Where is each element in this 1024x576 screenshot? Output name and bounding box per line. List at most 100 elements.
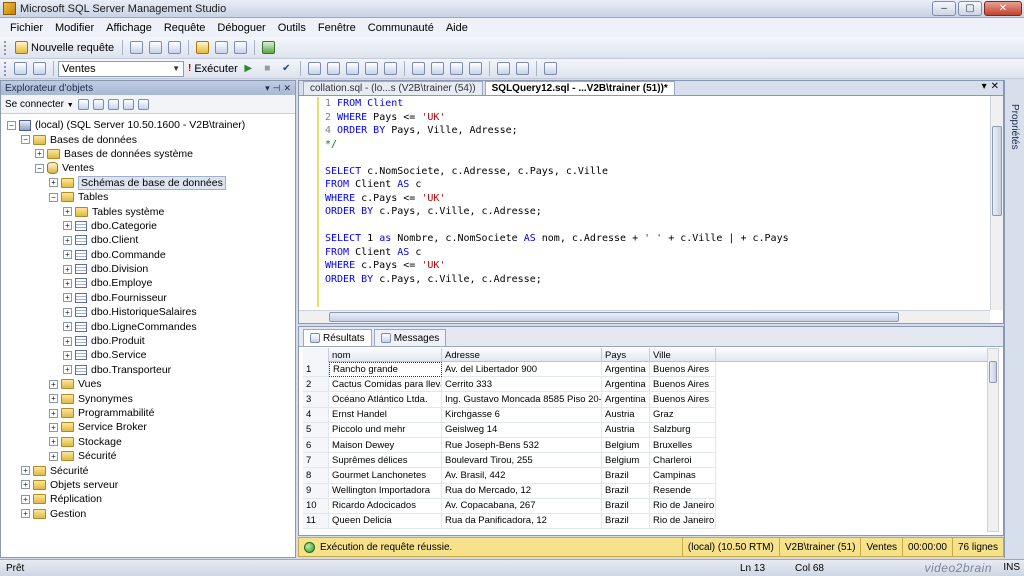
row-number[interactable]: 5 [303,422,329,438]
cell-nom[interactable]: Cactus Comidas para llevar [329,377,442,393]
tree-node[interactable]: + dbo.LigneCommandes [1,319,295,333]
cell-pays[interactable]: Belgium [602,437,650,454]
cell-ville[interactable]: Bruxelles [650,437,716,454]
cell-nom[interactable]: Gourmet Lanchonetes [329,468,442,484]
save-button[interactable] [213,39,230,56]
menu-fenetre[interactable]: Fenêtre [312,22,362,34]
tree-node[interactable]: + Réplication [1,492,295,506]
cell-ville[interactable]: Campinas [650,468,716,484]
cell-pays[interactable]: Brazil [602,483,650,499]
new-file-button[interactable] [128,39,145,56]
expand-icon[interactable]: + [49,379,58,389]
scroll-thumb[interactable] [329,312,899,322]
client-stats-button[interactable] [429,60,446,77]
minimize-button[interactable]: – [932,1,956,16]
cell-ville[interactable]: Rio de Janeiro [650,513,716,530]
cell-adresse[interactable]: Ing. Gustavo Moncada 8585 Piso 20-A [442,392,602,408]
menu-deboguer[interactable]: Déboguer [211,22,271,34]
cell-pays[interactable]: Austria [602,407,650,423]
connect-dropdown[interactable]: Se connecter ▼ [5,99,74,110]
cell-adresse[interactable]: Geislweg 14 [442,422,602,438]
cell-pays[interactable]: Argentina [602,362,650,378]
query-designer-button[interactable] [325,60,342,77]
tree-node[interactable]: + dbo.Transporteur [1,363,295,377]
open-file-button[interactable] [194,39,211,56]
disconnect-button[interactable] [31,60,48,77]
stop-explorer-icon[interactable] [107,98,119,110]
expand-icon[interactable]: + [63,350,72,360]
new-query-button[interactable]: Nouvelle requête [12,39,117,56]
tab-collation-sql[interactable]: collation.sql - (lo...s (V2B\trainer (54… [303,81,483,95]
expand-icon[interactable]: + [21,466,30,476]
results-to-file-button[interactable] [382,60,399,77]
row-number[interactable]: 8 [303,468,329,484]
column-header-ville[interactable]: Ville [650,348,716,362]
close-tab-icon[interactable]: ✕ [991,81,999,92]
expand-icon[interactable]: + [49,178,58,188]
row-number[interactable]: 2 [303,377,329,393]
row-number[interactable]: 9 [303,483,329,499]
tree-node[interactable]: + dbo.Division [1,262,295,276]
tree-node[interactable]: + Sécurité [1,449,295,463]
column-header-pays[interactable]: Pays [602,348,650,362]
table-row[interactable]: 3 Océano Atlántico Ltda. Ing. Gustavo Monc… [303,392,993,408]
table-row[interactable]: 7 Suprêmes délices Boulevard Tirou, 255 Bel… [303,453,993,469]
cancel-query-button[interactable]: ■ [259,60,276,77]
tree-node[interactable]: + Objets serveur [1,478,295,492]
cell-adresse[interactable]: Av. Brasil, 442 [442,468,602,484]
expand-icon[interactable]: + [49,437,58,447]
tab-sqlquery12[interactable]: SQLQuery12.sql - ...V2B\trainer (51))* [484,81,675,95]
cell-nom[interactable]: Ernst Handel [329,407,442,423]
expand-icon[interactable]: + [63,278,72,288]
expand-icon[interactable]: + [49,394,58,404]
tab-list-icon[interactable]: ▾ [982,81,987,92]
save-all-button[interactable] [232,39,249,56]
table-row[interactable]: 4 Ernst Handel Kirchgasse 6 Austria Graz [303,407,993,423]
pin-icon[interactable]: ▾ [265,83,270,94]
cell-adresse[interactable]: Cerrito 333 [442,377,602,393]
expand-icon[interactable]: + [21,480,30,490]
parse-button[interactable]: ✔ [278,60,295,77]
row-number[interactable]: 4 [303,407,329,423]
tree-node[interactable]: + Stockage [1,435,295,449]
row-number[interactable]: 6 [303,437,329,454]
cell-ville[interactable]: Buenos Aires [650,377,716,393]
cell-nom[interactable]: Maison Dewey [329,437,442,454]
cell-ville[interactable]: Charleroi [650,453,716,469]
decrease-indent-button[interactable] [495,60,512,77]
menu-fichier[interactable]: Fichier [4,22,49,34]
cell-ville[interactable]: Resende [650,483,716,499]
mdx-query-button[interactable] [166,39,183,56]
tree-node[interactable]: + Schémas de base de données [1,175,295,190]
tree-node[interactable]: − Tables [1,190,295,204]
cell-nom[interactable]: Queen Delicia [329,513,442,530]
cell-nom[interactable]: Ricardo Adocicados [329,498,442,514]
properties-side-tab[interactable]: Propriétés [1004,80,1024,558]
tree-node[interactable]: + Gestion [1,507,295,521]
tree-node[interactable]: − Ventes [1,161,295,175]
tab-messages[interactable]: Messages [373,329,447,346]
cell-ville[interactable]: Rio de Janeiro [650,498,716,514]
tree-node[interactable]: + dbo.Fournisseur [1,291,295,305]
tree-node[interactable]: + dbo.Produit [1,334,295,348]
expand-icon[interactable]: + [49,451,58,461]
uncomment-button[interactable] [467,60,484,77]
include-plan-button[interactable] [410,60,427,77]
comment-button[interactable] [448,60,465,77]
cell-ville[interactable]: Salzburg [650,422,716,438]
row-number[interactable]: 3 [303,392,329,408]
tree-node[interactable]: − (local) (SQL Server 10.50.1600 - V2B\tr… [1,118,295,132]
expand-icon[interactable]: + [63,235,72,245]
table-row[interactable]: 10 Ricardo Adocicados Av. Copacabana, 267 B… [303,498,993,514]
tree-node[interactable]: + Synonymes [1,391,295,405]
cell-ville[interactable]: Buenos Aires [650,392,716,408]
tree-node[interactable]: + dbo.HistoriqueSalaires [1,305,295,319]
scroll-thumb[interactable] [989,361,997,383]
menu-modifier[interactable]: Modifier [49,22,100,34]
tree-node[interactable]: + Programmabilité [1,406,295,420]
menu-communaute[interactable]: Communauté [362,22,440,34]
table-row[interactable]: 6 Maison Dewey Rue Joseph-Bens 532 Belgium B… [303,437,993,454]
cell-ville[interactable]: Graz [650,407,716,423]
expand-icon[interactable]: + [63,322,72,332]
table-row[interactable]: 8 Gourmet Lanchonetes Av. Brasil, 442 Brazi… [303,468,993,484]
